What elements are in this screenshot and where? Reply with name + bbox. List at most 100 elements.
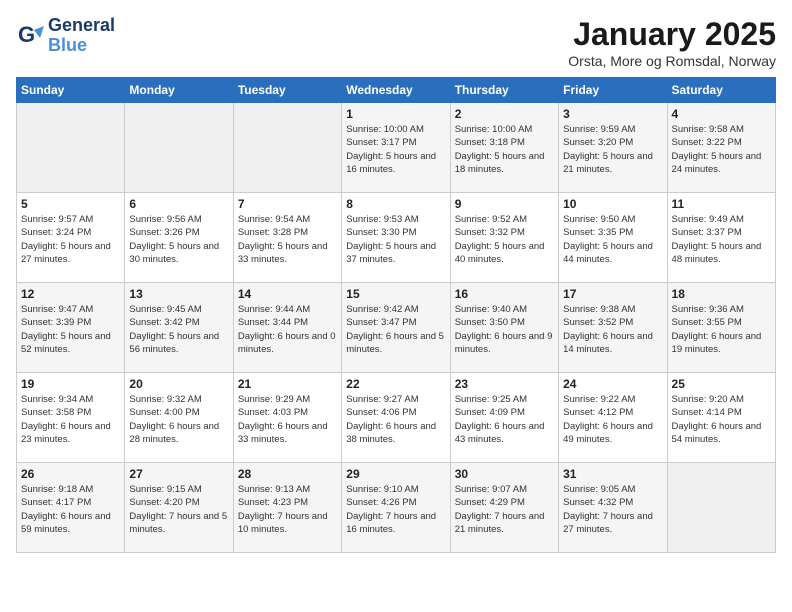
day-cell: 23 Sunrise: 9:25 AM Sunset: 4:09 PM Dayli… xyxy=(450,373,558,463)
day-info: Sunrise: 9:34 AM Sunset: 3:58 PM Dayligh… xyxy=(21,393,120,446)
day-cell: 17Sunrise: 9:38 AM Sunset: 3:52 PM Dayli… xyxy=(559,283,667,373)
week-row-1: 1 Sunrise: 10:00 AM Sunset: 3:17 PM Dayli… xyxy=(17,103,776,193)
day-cell xyxy=(667,463,775,553)
logo-line2: Blue xyxy=(48,36,115,56)
day-cell: 31Sunrise: 9:05 AM Sunset: 4:32 PM Dayli… xyxy=(559,463,667,553)
day-info: Sunrise: 9:45 AM Sunset: 3:42 PM Dayligh… xyxy=(129,303,228,356)
page-header: G General Blue January 2025 Orsta, More … xyxy=(16,16,776,69)
day-info: Sunrise: 9:49 AM Sunset: 3:37 PM Dayligh… xyxy=(672,213,771,266)
day-number: 15 xyxy=(346,287,445,301)
day-cell: 26 Sunrise: 9:18 AM Sunset: 4:17 PM Dayli… xyxy=(17,463,125,553)
month-title: January 2025 xyxy=(568,16,776,53)
weekday-header-wednesday: Wednesday xyxy=(342,78,450,103)
title-area: January 2025 Orsta, More og Romsdal, Nor… xyxy=(568,16,776,69)
day-number: 14 xyxy=(238,287,337,301)
day-cell: 21Sunrise: 9:29 AM Sunset: 4:03 PM Dayli… xyxy=(233,373,341,463)
calendar-table: SundayMondayTuesdayWednesdayThursdayFrid… xyxy=(16,77,776,553)
svg-text:G: G xyxy=(18,22,35,47)
logo-text: General Blue xyxy=(48,16,115,56)
logo-icon: G xyxy=(16,22,44,50)
day-info: Sunrise: 10:00 AM Sunset: 3:18 PM Daylig… xyxy=(455,123,554,176)
day-number: 30 xyxy=(455,467,554,481)
day-info: Sunrise: 10:00 AM Sunset: 3:17 PM Daylig… xyxy=(346,123,445,176)
day-info: Sunrise: 9:13 AM Sunset: 4:23 PM Dayligh… xyxy=(238,483,337,536)
day-info: Sunrise: 9:53 AM Sunset: 3:30 PM Dayligh… xyxy=(346,213,445,266)
day-cell: 12Sunrise: 9:47 AM Sunset: 3:39 PM Dayli… xyxy=(17,283,125,373)
weekday-header-thursday: Thursday xyxy=(450,78,558,103)
day-cell: 6 Sunrise: 9:56 AM Sunset: 3:26 PM Daylig… xyxy=(125,193,233,283)
day-number: 7 xyxy=(238,197,337,211)
day-number: 5 xyxy=(21,197,120,211)
day-cell: 28 Sunrise: 9:13 AM Sunset: 4:23 PM Dayli… xyxy=(233,463,341,553)
day-number: 6 xyxy=(129,197,228,211)
day-info: Sunrise: 9:25 AM Sunset: 4:09 PM Dayligh… xyxy=(455,393,554,446)
day-number: 27 xyxy=(129,467,228,481)
day-number: 9 xyxy=(455,197,554,211)
weekday-header-row: SundayMondayTuesdayWednesdayThursdayFrid… xyxy=(17,78,776,103)
day-number: 23 xyxy=(455,377,554,391)
day-info: Sunrise: 9:56 AM Sunset: 3:26 PM Dayligh… xyxy=(129,213,228,266)
day-info: Sunrise: 9:57 AM Sunset: 3:24 PM Dayligh… xyxy=(21,213,120,266)
day-number: 8 xyxy=(346,197,445,211)
day-cell: 27 Sunrise: 9:15 AM Sunset: 4:20 PM Dayli… xyxy=(125,463,233,553)
day-cell: 13Sunrise: 9:45 AM Sunset: 3:42 PM Dayli… xyxy=(125,283,233,373)
day-cell xyxy=(125,103,233,193)
day-cell: 19Sunrise: 9:34 AM Sunset: 3:58 PM Dayli… xyxy=(17,373,125,463)
day-cell: 3 Sunrise: 9:59 AM Sunset: 3:20 PM Daylig… xyxy=(559,103,667,193)
day-cell xyxy=(17,103,125,193)
day-info: Sunrise: 9:42 AM Sunset: 3:47 PM Dayligh… xyxy=(346,303,445,356)
day-cell: 4Sunrise: 9:58 AM Sunset: 3:22 PM Daylig… xyxy=(667,103,775,193)
weekday-header-friday: Friday xyxy=(559,78,667,103)
day-number: 1 xyxy=(346,107,445,121)
day-cell: 22Sunrise: 9:27 AM Sunset: 4:06 PM Dayli… xyxy=(342,373,450,463)
day-info: Sunrise: 9:15 AM Sunset: 4:20 PM Dayligh… xyxy=(129,483,228,536)
day-cell: 24 Sunrise: 9:22 AM Sunset: 4:12 PM Dayli… xyxy=(559,373,667,463)
day-info: Sunrise: 9:58 AM Sunset: 3:22 PM Dayligh… xyxy=(672,123,771,176)
day-info: Sunrise: 9:36 AM Sunset: 3:55 PM Dayligh… xyxy=(672,303,771,356)
day-info: Sunrise: 9:44 AM Sunset: 3:44 PM Dayligh… xyxy=(238,303,337,356)
day-cell: 18Sunrise: 9:36 AM Sunset: 3:55 PM Dayli… xyxy=(667,283,775,373)
day-number: 20 xyxy=(129,377,228,391)
day-cell: 14 Sunrise: 9:44 AM Sunset: 3:44 PM Dayli… xyxy=(233,283,341,373)
day-info: Sunrise: 9:47 AM Sunset: 3:39 PM Dayligh… xyxy=(21,303,120,356)
day-cell: 7 Sunrise: 9:54 AM Sunset: 3:28 PM Daylig… xyxy=(233,193,341,283)
week-row-4: 19Sunrise: 9:34 AM Sunset: 3:58 PM Dayli… xyxy=(17,373,776,463)
day-info: Sunrise: 9:07 AM Sunset: 4:29 PM Dayligh… xyxy=(455,483,554,536)
day-number: 31 xyxy=(563,467,662,481)
day-number: 3 xyxy=(563,107,662,121)
weekday-header-tuesday: Tuesday xyxy=(233,78,341,103)
day-cell: 2Sunrise: 10:00 AM Sunset: 3:18 PM Dayli… xyxy=(450,103,558,193)
day-info: Sunrise: 9:18 AM Sunset: 4:17 PM Dayligh… xyxy=(21,483,120,536)
day-info: Sunrise: 9:20 AM Sunset: 4:14 PM Dayligh… xyxy=(672,393,771,446)
day-number: 21 xyxy=(238,377,337,391)
day-info: Sunrise: 9:32 AM Sunset: 4:00 PM Dayligh… xyxy=(129,393,228,446)
day-cell: 8 Sunrise: 9:53 AM Sunset: 3:30 PM Daylig… xyxy=(342,193,450,283)
day-number: 10 xyxy=(563,197,662,211)
weekday-header-sunday: Sunday xyxy=(17,78,125,103)
day-info: Sunrise: 9:10 AM Sunset: 4:26 PM Dayligh… xyxy=(346,483,445,536)
day-cell: 20 Sunrise: 9:32 AM Sunset: 4:00 PM Dayli… xyxy=(125,373,233,463)
logo: G General Blue xyxy=(16,16,115,56)
day-info: Sunrise: 9:54 AM Sunset: 3:28 PM Dayligh… xyxy=(238,213,337,266)
day-number: 24 xyxy=(563,377,662,391)
day-cell: 16Sunrise: 9:40 AM Sunset: 3:50 PM Dayli… xyxy=(450,283,558,373)
day-cell: 29Sunrise: 9:10 AM Sunset: 4:26 PM Dayli… xyxy=(342,463,450,553)
day-cell: 9Sunrise: 9:52 AM Sunset: 3:32 PM Daylig… xyxy=(450,193,558,283)
day-info: Sunrise: 9:22 AM Sunset: 4:12 PM Dayligh… xyxy=(563,393,662,446)
day-info: Sunrise: 9:40 AM Sunset: 3:50 PM Dayligh… xyxy=(455,303,554,356)
day-info: Sunrise: 9:50 AM Sunset: 3:35 PM Dayligh… xyxy=(563,213,662,266)
day-cell: 30 Sunrise: 9:07 AM Sunset: 4:29 PM Dayli… xyxy=(450,463,558,553)
day-number: 28 xyxy=(238,467,337,481)
day-cell: 10 Sunrise: 9:50 AM Sunset: 3:35 PM Dayli… xyxy=(559,193,667,283)
week-row-5: 26 Sunrise: 9:18 AM Sunset: 4:17 PM Dayli… xyxy=(17,463,776,553)
weekday-header-saturday: Saturday xyxy=(667,78,775,103)
day-number: 25 xyxy=(672,377,771,391)
day-cell: 15 Sunrise: 9:42 AM Sunset: 3:47 PM Dayli… xyxy=(342,283,450,373)
day-cell: 5 Sunrise: 9:57 AM Sunset: 3:24 PM Daylig… xyxy=(17,193,125,283)
day-cell: 11Sunrise: 9:49 AM Sunset: 3:37 PM Dayli… xyxy=(667,193,775,283)
week-row-3: 12Sunrise: 9:47 AM Sunset: 3:39 PM Dayli… xyxy=(17,283,776,373)
day-number: 26 xyxy=(21,467,120,481)
day-cell: 1 Sunrise: 10:00 AM Sunset: 3:17 PM Dayli… xyxy=(342,103,450,193)
weekday-header-monday: Monday xyxy=(125,78,233,103)
day-info: Sunrise: 9:59 AM Sunset: 3:20 PM Dayligh… xyxy=(563,123,662,176)
